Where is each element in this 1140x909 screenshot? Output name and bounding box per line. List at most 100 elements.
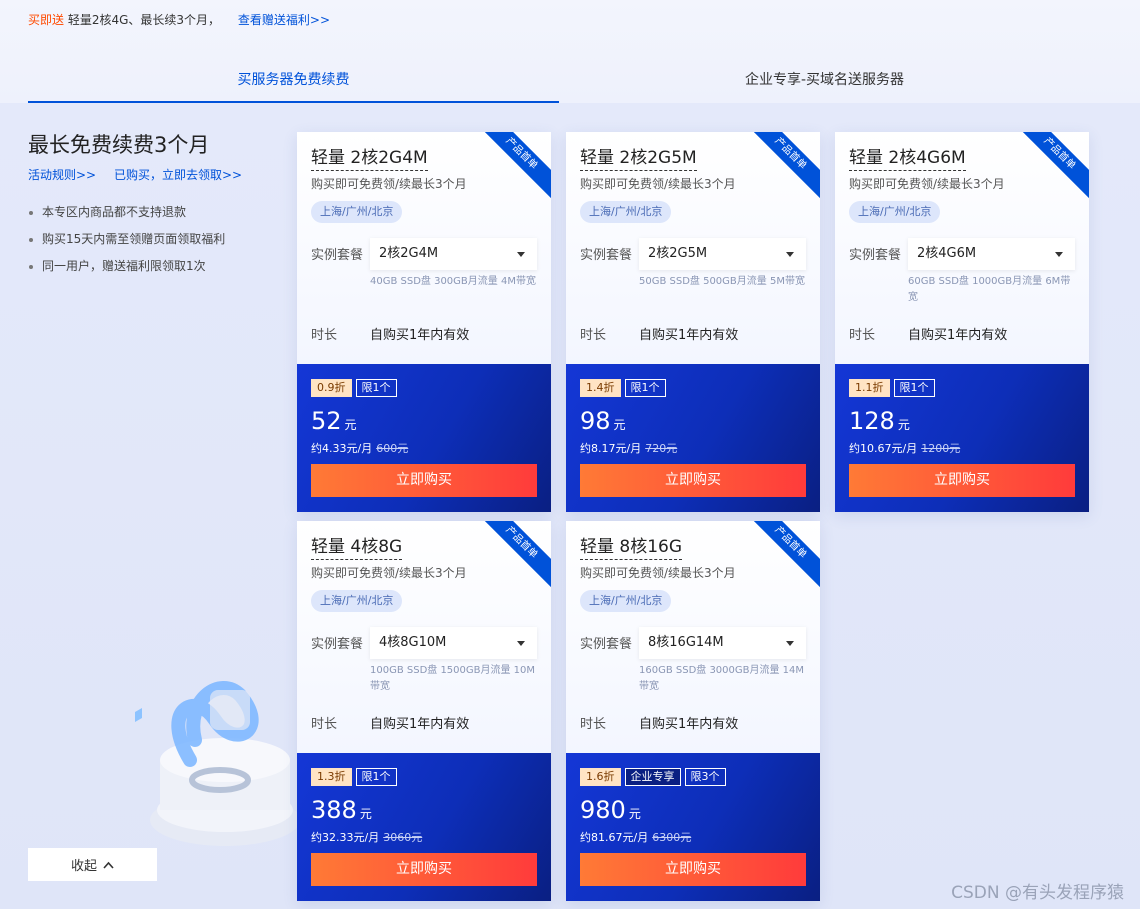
- rules-link[interactable]: 活动规则>>: [28, 168, 96, 182]
- card-price-panel: 0.9折 限1个 52 元 约4.33元/月 600元 立即购买: [297, 364, 551, 512]
- original-price: 600元: [376, 442, 409, 455]
- monthly-price: 约8.17元/月 720元: [580, 440, 677, 456]
- note-item: 同一用户，赠送福利限领取1次: [28, 253, 278, 280]
- price-value: 98: [580, 407, 611, 435]
- card-subtitle: 购买即可免费领/续最长3个月: [849, 177, 1005, 191]
- region-tag: 上海/广州/北京: [311, 201, 403, 223]
- duration-value: 自购买1年内有效: [639, 717, 739, 732]
- region-tag: 上海/广州/北京: [849, 201, 941, 223]
- tab-free-renewal[interactable]: 买服务器免费续费: [28, 60, 559, 103]
- plan-label: 实例套餐: [580, 637, 633, 652]
- monthly-price: 约4.33元/月 600元: [311, 440, 408, 456]
- discount-badge: 1.4折: [580, 379, 621, 397]
- plan-select-value: 2核4G6M: [917, 246, 977, 261]
- card-top: 产品首单 轻量 2核2G5M 购买即可免费领/续最长3个月 上海/广州/北京 实…: [566, 132, 820, 364]
- card-top: 产品首单 轻量 4核8G 购买即可免费领/续最长3个月 上海/广州/北京 实例套…: [297, 521, 551, 753]
- card-title[interactable]: 轻量 2核2G4M: [311, 146, 428, 171]
- price: 52 元: [311, 406, 357, 440]
- plan-select[interactable]: 8核16G14M: [639, 627, 806, 659]
- note-item: 本专区内商品都不支持退款: [28, 199, 278, 226]
- product-card: 产品首单 轻量 4核8G 购买即可免费领/续最长3个月 上海/广州/北京 实例套…: [297, 521, 551, 901]
- card-title[interactable]: 轻量 2核4G6M: [849, 146, 966, 171]
- original-price: 720元: [645, 442, 678, 455]
- plan-label: 实例套餐: [580, 248, 633, 263]
- card-subtitle: 购买即可免费领/续最长3个月: [311, 177, 467, 191]
- first-order-ribbon: 产品首单: [471, 132, 551, 204]
- tab-bar: 买服务器免费续费 企业专享-买域名送服务器: [28, 60, 1090, 103]
- buy-now-button[interactable]: 立即购买: [849, 464, 1075, 497]
- original-price: 1200元: [921, 442, 961, 455]
- region-tag: 上海/广州/北京: [311, 590, 403, 612]
- card-title[interactable]: 轻量 4核8G: [311, 535, 403, 560]
- left-links: 活动规则>> 已购买，立即去领取>>: [28, 166, 278, 183]
- duration-label: 时长: [580, 717, 607, 732]
- first-order-ribbon: 产品首单: [1009, 132, 1089, 204]
- collapse-button[interactable]: 收起: [28, 848, 157, 881]
- first-order-ribbon: 产品首单: [740, 521, 820, 593]
- original-price: 6300元: [652, 831, 692, 844]
- card-title[interactable]: 轻量 8核16G: [580, 535, 683, 560]
- plan-label: 实例套餐: [311, 637, 364, 652]
- monthly-price: 约81.67元/月 6300元: [580, 829, 691, 845]
- claim-link[interactable]: 已购买，立即去领取>>: [114, 168, 242, 182]
- duration-value: 自购买1年内有效: [639, 328, 739, 343]
- limit-badge: 限1个: [355, 379, 397, 397]
- caret-down-icon: [786, 252, 794, 257]
- discount-badge: 0.9折: [311, 379, 352, 397]
- limit-badge: 限3个: [684, 768, 726, 786]
- plan-select[interactable]: 4核8G10M: [370, 627, 537, 659]
- buy-now-button[interactable]: 立即购买: [580, 853, 806, 886]
- plan-spec: 160GB SSD盘 3000GB月流量 14M带宽: [639, 665, 805, 692]
- discount-badge: 1.1折: [849, 379, 890, 397]
- badge-row: 1.6折 企业专享 限3个: [580, 768, 726, 786]
- promo-text: 轻量2核4G、最长续3个月，: [67, 13, 221, 27]
- product-card: 产品首单 轻量 2核2G5M 购买即可免费领/续最长3个月 上海/广州/北京 实…: [566, 132, 820, 512]
- price-value: 980: [580, 796, 626, 824]
- duration-label: 时长: [580, 328, 607, 343]
- monthly-value: 约4.33元/月: [311, 442, 373, 455]
- price: 980 元: [580, 795, 641, 829]
- plan-select[interactable]: 2核2G4M: [370, 238, 537, 270]
- duration-label: 时长: [311, 328, 338, 343]
- price: 388 元: [311, 795, 372, 829]
- duration-label: 时长: [849, 328, 876, 343]
- card-subtitle: 购买即可免费领/续最长3个月: [311, 566, 467, 580]
- limit-badge: 限1个: [624, 379, 666, 397]
- first-order-ribbon: 产品首单: [471, 521, 551, 593]
- enterprise-badge: 企业专享: [624, 768, 681, 786]
- note-item: 购买15天内需至领赠页面领取福利: [28, 226, 278, 253]
- buy-now-button[interactable]: 立即购买: [311, 464, 537, 497]
- caret-down-icon: [517, 252, 525, 257]
- plan-spec: 100GB SSD盘 1500GB月流量 10M带宽: [370, 665, 536, 692]
- price-value: 388: [311, 796, 357, 824]
- product-card: 产品首单 轻量 8核16G 购买即可免费领/续最长3个月 上海/广州/北京 实例…: [566, 521, 820, 901]
- buy-now-button[interactable]: 立即购买: [580, 464, 806, 497]
- collapse-label: 收起: [70, 859, 97, 874]
- price-value: 128: [849, 407, 895, 435]
- plan-select[interactable]: 2核4G6M: [908, 238, 1075, 270]
- price: 128 元: [849, 406, 910, 440]
- product-card: 产品首单 轻量 2核2G4M 购买即可免费领/续最长3个月 上海/广州/北京 实…: [297, 132, 551, 512]
- tab-enterprise-domain[interactable]: 企业专享-买域名送服务器: [559, 60, 1090, 103]
- badge-row: 1.3折 限1个: [311, 768, 397, 786]
- region-tag: 上海/广州/北京: [580, 201, 672, 223]
- notes-list: 本专区内商品都不支持退款 购买15天内需至领赠页面领取福利 同一用户，赠送福利限…: [28, 199, 278, 280]
- caret-down-icon: [517, 641, 525, 646]
- caret-down-icon: [786, 641, 794, 646]
- plan-select[interactable]: 2核2G5M: [639, 238, 806, 270]
- card-price-panel: 1.3折 限1个 388 元 约32.33元/月 3060元 立即购买: [297, 753, 551, 901]
- monthly-value: 约8.17元/月: [580, 442, 642, 455]
- plan-select-value: 2核2G5M: [648, 246, 708, 261]
- region-tag: 上海/广州/北京: [580, 590, 672, 612]
- card-title[interactable]: 轻量 2核2G5M: [580, 146, 697, 171]
- plan-label: 实例套餐: [311, 248, 364, 263]
- promo-highlight: 买即送: [28, 13, 65, 27]
- price: 98 元: [580, 406, 626, 440]
- watermark: CSDN @有头发程序猿: [951, 883, 1124, 903]
- buy-now-button[interactable]: 立即购买: [311, 853, 537, 886]
- promo-benefits-link[interactable]: 查看赠送福利>>: [238, 13, 330, 27]
- duration-value: 自购买1年内有效: [908, 328, 1008, 343]
- badge-row: 1.4折 限1个: [580, 379, 666, 397]
- card-price-panel: 1.1折 限1个 128 元 约10.67元/月 1200元 立即购买: [835, 364, 1089, 512]
- price-value: 52: [311, 407, 342, 435]
